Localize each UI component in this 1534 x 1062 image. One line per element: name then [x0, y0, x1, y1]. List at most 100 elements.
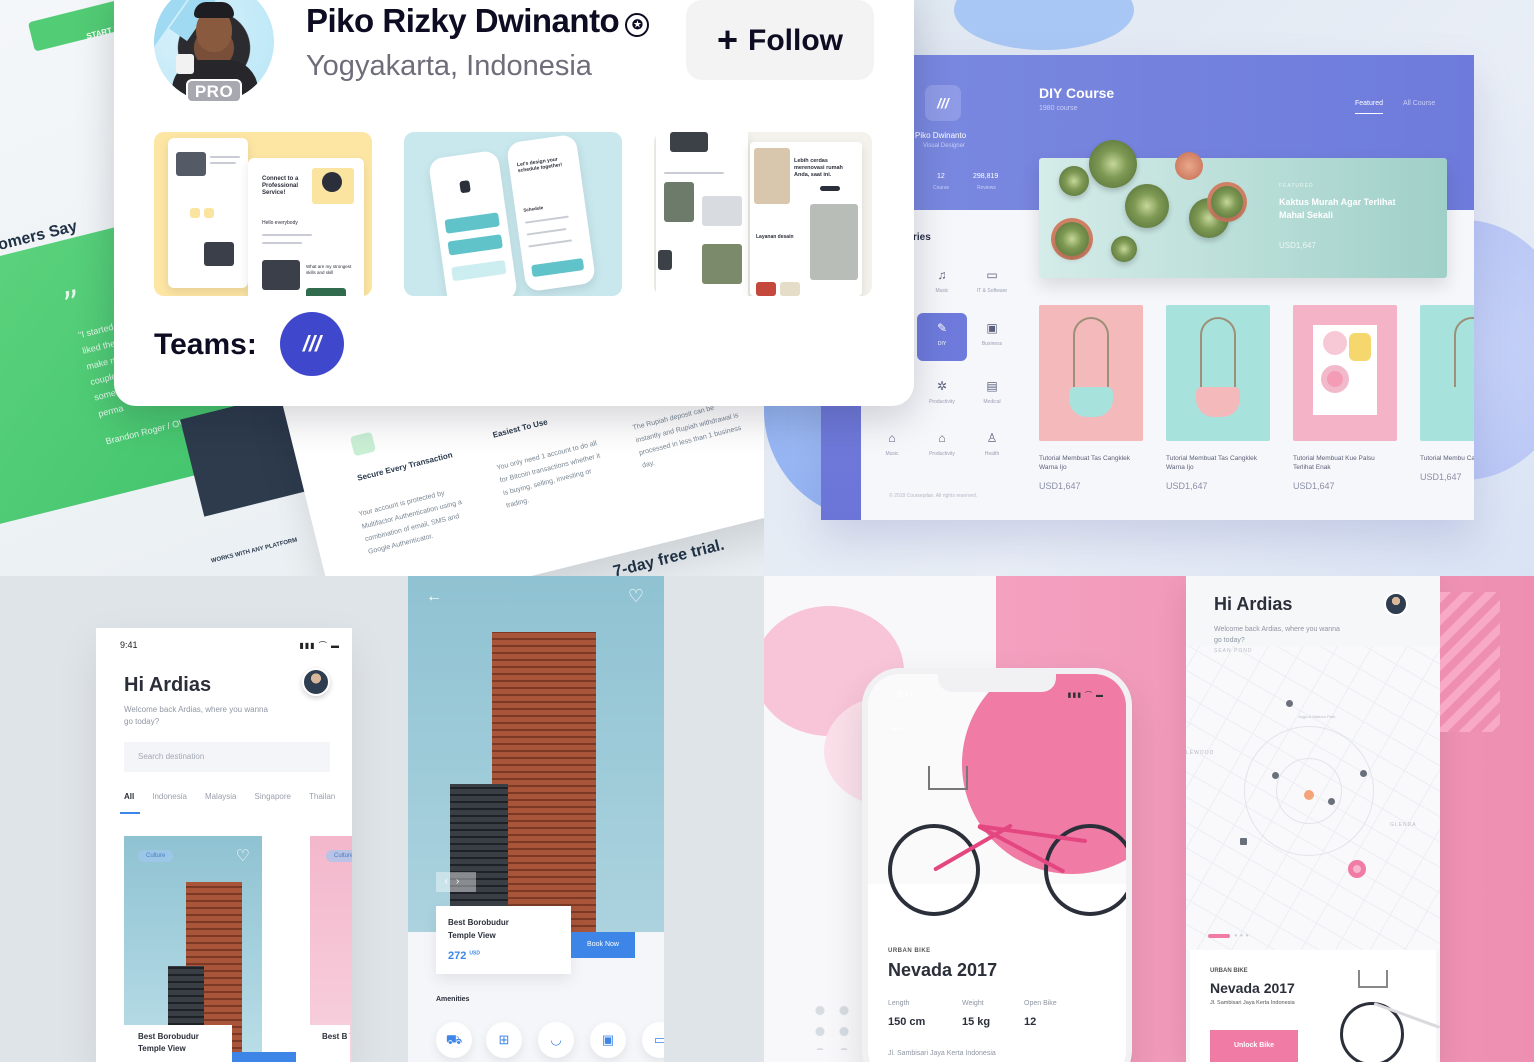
- shot-tile-travel[interactable]: 9:41 ▮▮▮ ⌒ ▬ Hi Ardias Welcome back Ardi…: [0, 576, 764, 1062]
- course-card: Tutorial Membuat Kue Palsu Terlihat Enak…: [1293, 305, 1397, 491]
- course-price: USD1,647: [1039, 481, 1081, 491]
- back-arrow-icon: ←: [426, 588, 442, 605]
- profile-name[interactable]: Piko Rizky Dwinanto ✪: [306, 2, 650, 40]
- country-tabs: All Indonesia Malaysia Singapore Thailan: [124, 792, 352, 801]
- mini-image: [204, 242, 234, 266]
- avatar-mug: [176, 54, 194, 74]
- shot-thumbnail[interactable]: Connect to a Professional Service! Hello…: [154, 132, 372, 296]
- course-price: USD1,647: [1293, 481, 1335, 491]
- mini-text-line: [528, 239, 573, 248]
- status-icons: ▮▮▮ ⌒ ▬: [1067, 692, 1104, 699]
- course-name: Tutorial Membu Cangklek Warna: [1420, 455, 1474, 462]
- card-action-bar: [232, 1052, 296, 1062]
- map-welcome: Welcome back Ardias, where you wanna go …: [1214, 626, 1340, 644]
- mini-swatch: [780, 282, 800, 296]
- featured-hero: FEATURED Kaktus Murah Agar Terlihat Maha…: [1039, 140, 1447, 278]
- tab-all: All: [124, 792, 135, 801]
- mini-phone: Let's design your schedule together! Sch…: [505, 133, 597, 293]
- shot-thumbnail[interactable]: Let's design your schedule together! Sch…: [404, 132, 622, 296]
- mini-swatch: [756, 282, 776, 296]
- pager-dots: ●●●: [1234, 933, 1251, 939]
- bike-detail-phone: 9:41 ▮▮▮ ⌒ ▬ ← URBAN BIKE Nevada 2017 Le…: [862, 668, 1132, 1062]
- bike-basket: [928, 766, 968, 790]
- avatar-hair: [194, 2, 234, 18]
- mini-text-line: [526, 228, 567, 236]
- bike-address: Jl. Sambisari Jaya Kerta Indonesia: [888, 1050, 996, 1057]
- bike-tag: URBAN BIKE: [888, 948, 931, 954]
- bike-title: Nevada 2017: [888, 960, 998, 980]
- store-icon: ▣: [590, 1022, 626, 1058]
- music-icon: ⌂: [888, 431, 896, 445]
- mini-person: [322, 172, 342, 192]
- card-title: Best Borobudur Temple View: [124, 1025, 232, 1062]
- course-name: Tutorial Membuat Tas Cangklek Warna Ijo: [1166, 455, 1258, 471]
- decor-stripes: [1440, 592, 1500, 732]
- mini-image: [664, 182, 694, 222]
- category-music: ⌂ Music: [867, 423, 917, 471]
- gear-icon: ✲: [936, 379, 948, 393]
- profile-location: Yogyakarta, Indonesia: [306, 50, 592, 82]
- category-medical: ▤ Medical: [967, 371, 1017, 419]
- hero-tag: FEATURED: [1279, 183, 1314, 189]
- tab-featured: Featured: [1355, 100, 1384, 114]
- status-icons: ▮▮▮ ⌒ ▬: [299, 641, 340, 650]
- bag-strap: [1200, 317, 1236, 387]
- cactus: [1089, 140, 1137, 188]
- dashboard-frame: /// Piko Dwinanto Visual Designer 12 Cou…: [821, 55, 1474, 520]
- shot-tile-bike[interactable]: 9:41 ▮▮▮ ⌒ ▬ ← URBAN BIKE Nevada 2017 Le…: [764, 576, 1534, 1062]
- mini-slot: [447, 234, 503, 256]
- health-icon: ♙: [986, 431, 998, 445]
- stat-label: Course: [933, 185, 950, 191]
- course-name: Tutorial Membuat Tas Cangklek Warna Ijo: [1039, 455, 1131, 471]
- car-icon: ⛟: [436, 1022, 472, 1058]
- music-icon: ♫: [937, 268, 947, 282]
- network-icon: ⊞: [486, 1022, 522, 1058]
- profile-name-text[interactable]: Piko Rizky Dwinanto: [306, 2, 620, 39]
- card-title: Best B Templ: [310, 1025, 350, 1062]
- mini-image: [658, 250, 672, 270]
- spec-label: Weight: [962, 1000, 984, 1007]
- destination-pin: [1348, 860, 1366, 878]
- mini-section: Layanan desain: [756, 234, 794, 240]
- diy-icon: ✎: [936, 321, 948, 335]
- cupcake: [1349, 333, 1371, 361]
- category-business: ▣ Business: [967, 313, 1017, 361]
- mini-phone: [427, 149, 519, 296]
- mini-title: Connect to a Professional Service!: [262, 176, 299, 196]
- platform-label: WORKS WITH ANY PLATFORM: [210, 537, 298, 565]
- spec-label: Length: [888, 1000, 910, 1007]
- mini-section: Schedule: [523, 205, 544, 213]
- tab-malaysia: Malaysia: [204, 792, 237, 801]
- mini-image: [702, 244, 742, 284]
- mini-text-line: [210, 162, 236, 164]
- category-chip: Culture: [326, 850, 352, 862]
- team-logo[interactable]: ///: [280, 312, 344, 376]
- profile-hover-card: PRO Piko Rizky Dwinanto ✪ Yogyakarta, Ind…: [114, 0, 914, 406]
- bike-dot: [1272, 772, 1279, 779]
- shot-thumbnail[interactable]: Lebih cerdas merenovasi rumah Anda, saat…: [654, 132, 872, 296]
- teams-label: Teams:: [154, 328, 257, 361]
- mini-slot: [531, 258, 585, 278]
- hero-price: USD1,647: [1279, 241, 1316, 250]
- tab-thailand: Thailan: [309, 792, 336, 801]
- monitor-icon: ▭: [986, 268, 998, 282]
- plus-icon: +: [716, 19, 739, 60]
- hero-title: Kaktus Murah Agar Terlihat Mahal Sekali: [1279, 197, 1396, 220]
- stat-label: Reviews: [977, 185, 996, 191]
- mini-screen: Lebih cerdas merenovasi rumah Anda, saat…: [750, 142, 862, 296]
- dashboard-footer: © 2018 Coursepilan. All rights reserved.: [889, 493, 978, 499]
- mini-title: Lebih cerdas merenovasi rumah Anda, saat…: [794, 158, 843, 178]
- heart-icon: ♡: [235, 848, 250, 865]
- medical-icon: ▤: [986, 379, 998, 393]
- course-name: Tutorial Membuat Kue Palsu Terlihat Enak: [1293, 455, 1375, 471]
- follow-button-label: Follow: [748, 24, 843, 57]
- bike-dot: [1240, 838, 1247, 845]
- follow-button[interactable]: + Follow: [686, 0, 874, 80]
- category-productivity: ⌂ Productivity: [917, 423, 967, 471]
- avatar: [1384, 592, 1408, 616]
- map-label: SEAN POND: [1214, 648, 1253, 654]
- course-card: Tutorial Membuat Tas Cangklek Warna Ijo …: [1039, 305, 1143, 491]
- cactus: [1059, 166, 1089, 196]
- search-input: Search destination: [124, 742, 330, 772]
- map-label: GLENDA: [1390, 822, 1417, 828]
